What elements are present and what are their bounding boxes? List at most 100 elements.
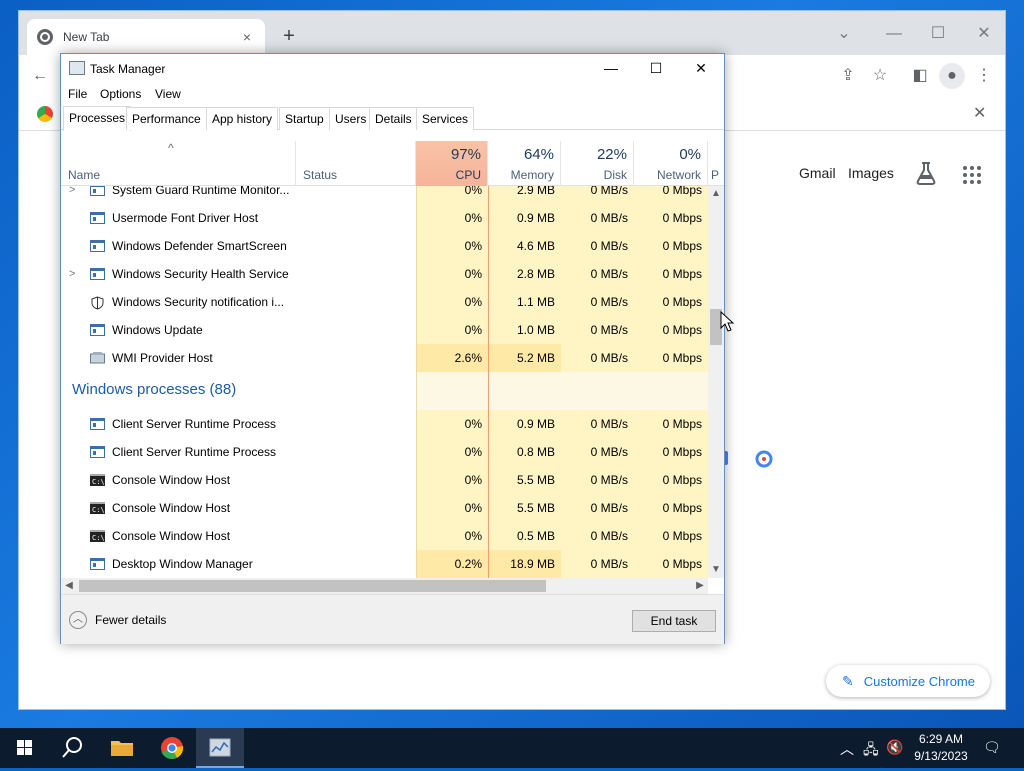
expand-chevron-icon[interactable]: >	[69, 186, 79, 204]
cpu-cell: 0%	[416, 494, 488, 522]
table-row[interactable]: Windows Defender SmartScreen 0% 4.6 MB 0 MB…	[61, 232, 708, 260]
column-header-name[interactable]: Name	[61, 141, 296, 186]
tab-processes[interactable]: Processes	[63, 106, 132, 131]
memory-cell: 0.9 MB	[488, 410, 561, 438]
table-row[interactable]: Windows Update 0% 1.0 MB 0 MB/s 0 Mbps	[61, 316, 708, 344]
task-manager-taskbar-button[interactable]	[196, 728, 244, 768]
table-row[interactable]: Desktop Window Manager 0.2% 18.9 MB 0 MB/s 0…	[61, 550, 708, 578]
menu-view[interactable]: View	[155, 87, 181, 101]
chrome-taskbar-button[interactable]	[148, 728, 196, 768]
labs-flask-icon[interactable]	[915, 161, 937, 185]
chrome-icon	[161, 737, 184, 760]
tab-users[interactable]: Users	[329, 107, 373, 130]
folder-icon	[111, 741, 133, 756]
table-row[interactable]: Usermode Font Driver Host 0% 0.9 MB 0 MB/s 0…	[61, 204, 708, 232]
cpu-cell: 0%	[416, 466, 488, 494]
column-header-disk[interactable]: 22% Disk	[561, 141, 634, 186]
chrome-tab-new-tab[interactable]: New Tab ×	[27, 19, 265, 55]
tab-startup[interactable]: Startup	[279, 107, 330, 130]
table-row[interactable]: WMI Provider Host 2.6% 5.2 MB 0 MB/s 0 Mbps	[61, 344, 708, 372]
google-apps-icon[interactable]	[963, 166, 981, 184]
process-list: > System Guard Runtime Monitor... 0% 2.9 MB…	[61, 186, 708, 578]
tm-maximize-button[interactable]: ☐	[633, 54, 679, 84]
clock[interactable]: 6:29 AM 9/13/2023	[906, 731, 976, 765]
maximize-button[interactable]: ☐	[923, 19, 953, 49]
memory-cell: 0.8 MB	[488, 438, 561, 466]
back-icon[interactable]: ←	[27, 63, 53, 89]
new-tab-button[interactable]: +	[277, 25, 301, 49]
scroll-left-icon[interactable]: ◀	[61, 578, 77, 594]
disk-cell: 0 MB/s	[561, 344, 634, 372]
tab-services[interactable]: Services	[416, 107, 475, 130]
fewer-details-button[interactable]: ︿ Fewer details	[69, 611, 166, 629]
tm-titlebar[interactable]: Task Manager — ☐ ✕	[61, 54, 724, 84]
tab-details[interactable]: Details	[369, 107, 418, 130]
share-icon[interactable]: ⇪	[835, 63, 861, 89]
table-row[interactable]: C:\ Console Window Host 0% 5.5 MB 0 MB/s 0 Mb…	[61, 466, 708, 494]
notifications-icon[interactable]: 🗨	[983, 739, 1001, 756]
customize-chrome-button[interactable]: ✎ Customize Chrome	[826, 665, 990, 697]
column-header-network[interactable]: 0% Network	[634, 141, 708, 186]
show-hidden-icons-icon[interactable]: ︿	[840, 739, 854, 759]
menu-kebab-icon[interactable]: ⋮	[971, 63, 997, 89]
column-header-status[interactable]: Status	[296, 141, 416, 186]
scroll-down-icon[interactable]: ▼	[708, 562, 724, 578]
cpu-cell: 2.6%	[416, 344, 488, 372]
column-header-memory[interactable]: 64% Memory	[488, 141, 561, 186]
profile-avatar-icon[interactable]: ●	[939, 63, 965, 89]
horizontal-scrollbar[interactable]: ◀ ▶	[61, 578, 708, 594]
tab-close-icon[interactable]: ×	[239, 29, 255, 45]
expand-chevron-icon[interactable]: >	[69, 260, 79, 288]
table-row[interactable]: Windows Security notification i... 0% 1.1 …	[61, 288, 708, 316]
side-panel-icon[interactable]: ◧	[907, 63, 933, 89]
chevron-up-icon: ︿	[69, 611, 87, 629]
service-icon	[90, 212, 105, 224]
tab-search-icon[interactable]: ⌄	[829, 19, 859, 49]
images-link[interactable]: Images	[848, 165, 894, 181]
service-icon	[90, 268, 105, 280]
horizontal-scroll-thumb[interactable]	[79, 580, 546, 592]
cpu-total: 97%	[450, 146, 481, 163]
disk-cell: 0 MB/s	[561, 204, 634, 232]
column-header-cpu[interactable]: 97% CPU	[416, 141, 488, 186]
table-row[interactable]: Client Server Runtime Process 0% 0.8 MB 0 M…	[61, 438, 708, 466]
network-cell: 0 Mbps	[634, 466, 708, 494]
network-icon[interactable]: 🖧	[863, 739, 879, 763]
table-row[interactable]: C:\ Console Window Host 0% 0.5 MB 0 MB/s 0 Mb…	[61, 522, 708, 550]
vertical-scrollbar[interactable]: ▲ ▼	[708, 186, 724, 578]
console-icon: C:\	[90, 474, 105, 486]
infobar-close-icon[interactable]: ✕	[973, 103, 986, 123]
tm-close-button[interactable]: ✕	[678, 54, 724, 84]
end-task-button[interactable]: End task	[632, 610, 716, 632]
chrome-tab-strip: New Tab × + ⌄ — ☐ ✕	[19, 11, 1005, 55]
close-window-button[interactable]: ✕	[969, 19, 999, 49]
file-explorer-button[interactable]	[98, 728, 146, 768]
process-name: WMI Provider Host	[112, 351, 213, 365]
tm-minimize-button[interactable]: —	[588, 54, 634, 84]
start-button[interactable]	[0, 728, 48, 768]
table-row[interactable]: Client Server Runtime Process 0% 0.9 MB 0 M…	[61, 410, 708, 438]
search-button[interactable]	[48, 728, 96, 768]
customize-label: Customize Chrome	[863, 673, 975, 689]
group-header-windows-processes[interactable]: Windows processes (88)	[61, 372, 708, 410]
tab-app-history[interactable]: App history	[206, 107, 279, 130]
table-row[interactable]: C:\ Console Window Host 0% 5.5 MB 0 MB/s 0 Mb…	[61, 494, 708, 522]
disk-cell: 0 MB/s	[561, 466, 634, 494]
table-row[interactable]: > System Guard Runtime Monitor... 0% 2.9 MB…	[61, 186, 708, 204]
volume-muted-icon[interactable]: 🔇	[886, 739, 903, 756]
menu-file[interactable]: File	[68, 87, 87, 101]
voice-lens-icons[interactable]	[719, 441, 799, 477]
memory-cell: 5.2 MB	[488, 344, 561, 372]
minimize-button[interactable]: —	[879, 19, 909, 49]
scroll-right-icon[interactable]: ▶	[692, 578, 708, 594]
gmail-link[interactable]: Gmail	[799, 165, 836, 181]
menu-options[interactable]: Options	[100, 87, 141, 101]
tab-performance[interactable]: Performance	[126, 107, 207, 130]
table-row[interactable]: > Windows Security Health Service 0% 2.8 MB…	[61, 260, 708, 288]
chrome-favicon-icon	[37, 29, 53, 45]
scroll-up-icon[interactable]: ▲	[708, 186, 724, 202]
disk-cell: 0 MB/s	[561, 260, 634, 288]
column-header-power[interactable]: P	[708, 141, 724, 186]
bookmark-star-icon[interactable]: ☆	[867, 63, 893, 89]
svg-text:C:\: C:\	[92, 506, 105, 514]
